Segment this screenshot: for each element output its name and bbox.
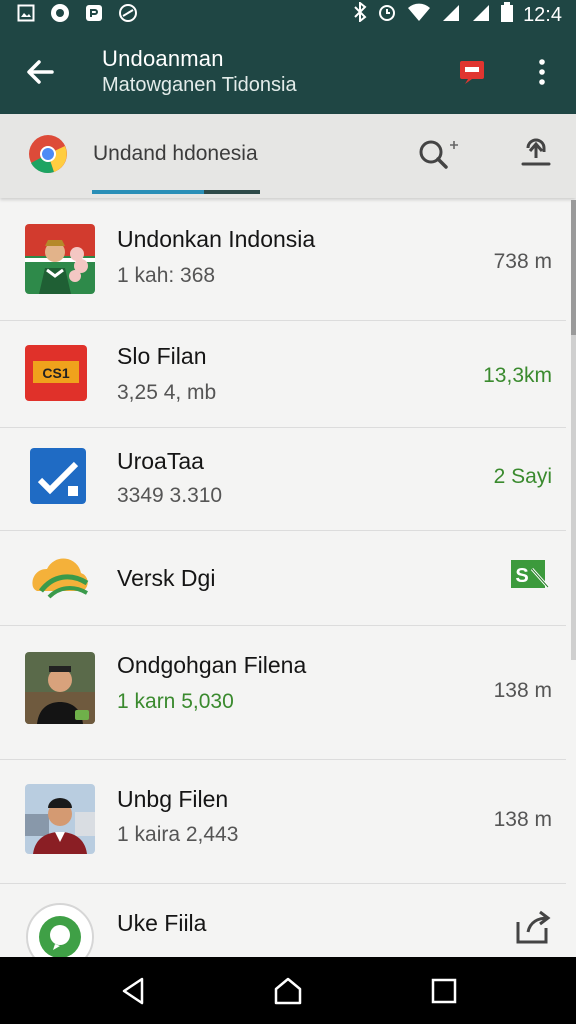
item-title: Undonkan Indonsia (117, 226, 316, 252)
message-icon (460, 61, 484, 84)
search-query[interactable]: Undand hdonesia (93, 142, 258, 166)
wifi-icon (407, 2, 431, 28)
item-subtitle: 1 kaira 2,443 (117, 823, 239, 846)
share-icon (516, 910, 551, 944)
upload-icon (521, 138, 551, 166)
bluetooth-icon (353, 0, 367, 28)
item-title: Unbg Filen (117, 786, 229, 812)
list-item[interactable]: Unbg Filen 1 kaira 2,443 138 m (0, 760, 566, 884)
item-title: UroaTaa (117, 448, 204, 474)
task-check-icon (30, 448, 86, 504)
item-title: Ondgohgan Filena (117, 652, 307, 678)
back-button[interactable] (22, 54, 58, 90)
indonesia-flag-icon (25, 224, 95, 294)
upload-button[interactable] (518, 136, 554, 172)
list-item[interactable]: Undonkan Indonsia 1 kah: 368 738 m (0, 200, 566, 321)
item-title: Versk Dgi (117, 565, 216, 591)
sync-badge-icon[interactable]: S (510, 559, 550, 596)
chrome-logo-icon (28, 134, 68, 174)
cloud-leaf-icon (25, 553, 95, 603)
item-meta: 138 m (493, 679, 552, 702)
file-app-icon: CS1 (25, 345, 87, 401)
page-title: Undoanman (102, 46, 224, 71)
page-subtitle: Matowganen Tidonsia (102, 74, 297, 96)
search-icon (419, 140, 458, 169)
item-title: Uke Fiila (117, 910, 207, 936)
list-item[interactable]: Versk Dgi S (0, 531, 566, 626)
record-icon (50, 3, 70, 23)
share-button[interactable] (514, 908, 552, 951)
tab-indicator (204, 190, 260, 194)
square-recents-icon (431, 978, 457, 1004)
item-meta: 138 m (493, 808, 552, 831)
item-title: Slo Filan (117, 343, 207, 369)
item-subtitle: 1 kah: 368 (117, 264, 216, 287)
avatar (25, 652, 95, 724)
scrollbar-thumb[interactable] (571, 200, 576, 335)
signal-icon (441, 2, 461, 28)
back-nav-button[interactable] (118, 975, 150, 1007)
list-item[interactable]: CS1 Slo Filan 3,25 4, mb 13,3km (0, 321, 566, 428)
clock-text: 12:4 (523, 3, 562, 26)
app-notification-icon (84, 3, 104, 23)
chat-app-icon (25, 902, 95, 957)
alarm-icon (377, 2, 397, 28)
avatar (25, 784, 95, 854)
search-button[interactable] (417, 138, 461, 172)
list-item[interactable]: UroaTaa 3349 3.310 2 Sayi (0, 428, 566, 531)
search-bar: Undand hdonesia (0, 114, 576, 198)
location-icon (118, 3, 138, 23)
list-item[interactable]: Uke Fiila (0, 884, 566, 957)
more-options-button[interactable] (528, 56, 556, 88)
item-meta: 13,3km (483, 364, 552, 387)
svg-text:S: S (515, 565, 528, 587)
tab-indicator-active (92, 190, 204, 194)
results-list: Undonkan Indonsia 1 kah: 368 738 m CS1 S… (0, 200, 576, 957)
navigation-bar (0, 957, 576, 1024)
status-bar: 12:4 (0, 0, 576, 28)
home-icon (274, 977, 302, 1005)
battery-icon (501, 2, 514, 28)
app-bar: Undoanman Matowganen Tidonsia (0, 28, 576, 114)
recents-button[interactable] (428, 975, 460, 1007)
triangle-back-icon (122, 977, 144, 1005)
signal-2-icon (471, 2, 491, 28)
item-meta: 2 Sayi (493, 465, 552, 488)
item-meta: 738 m (493, 250, 552, 273)
list-item[interactable]: Ondgohgan Filena 1 karn 5,030 138 m (0, 626, 566, 760)
item-subtitle: 3349 3.310 (117, 484, 223, 507)
home-button[interactable] (272, 975, 304, 1007)
item-subtitle: 3,25 4, mb (117, 381, 217, 404)
svg-text:CS1: CS1 (42, 365, 69, 381)
item-subtitle: 1 karn 5,030 (117, 690, 234, 713)
message-button[interactable] (456, 56, 488, 88)
more-vert-icon (539, 59, 545, 85)
gallery-icon (16, 3, 36, 23)
